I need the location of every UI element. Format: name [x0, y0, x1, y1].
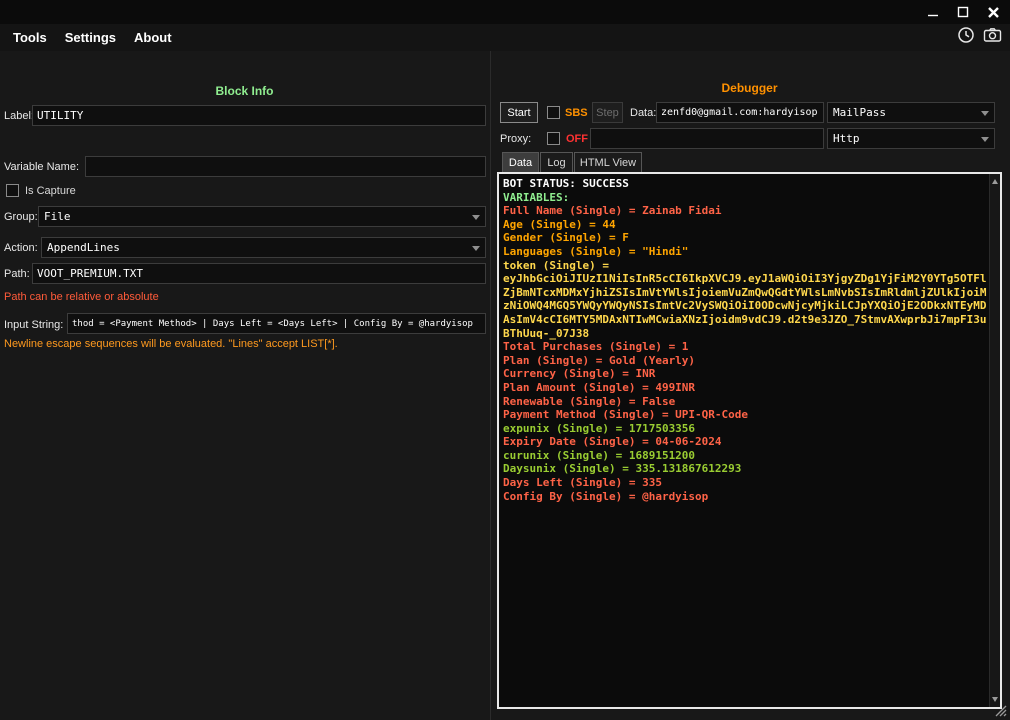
log-line: token (Single) = eyJhbGciOiJIUzI1NiIsInR… — [503, 259, 987, 341]
step-button[interactable]: Step — [592, 102, 623, 123]
log-line: Renewable (Single) = False — [503, 395, 987, 409]
block-info-title: Block Info — [0, 84, 489, 98]
path-input[interactable] — [32, 263, 486, 284]
action-value: AppendLines — [47, 241, 120, 254]
group-dropdown[interactable]: File — [38, 206, 486, 227]
menu-bar: Tools Settings About — [0, 24, 1010, 51]
minimize-icon — [927, 6, 939, 18]
chevron-down-icon — [472, 215, 480, 220]
log-line: VARIABLES: — [503, 191, 987, 205]
clock-icon[interactable] — [957, 26, 975, 44]
menu-tools[interactable]: Tools — [4, 26, 56, 49]
sbs-checkbox[interactable] — [547, 106, 560, 119]
wordlist-type-value: MailPass — [833, 106, 886, 119]
log-line: Config By (Single) = @hardyisop — [503, 490, 987, 504]
is-capture-label: Is Capture — [25, 185, 76, 197]
data-label: Data: — [630, 107, 656, 119]
action-dropdown[interactable]: AppendLines — [41, 237, 486, 258]
input-string-hint: Newline escape sequences will be evaluat… — [4, 338, 338, 350]
title-bar — [0, 0, 1010, 24]
menu-settings[interactable]: Settings — [56, 26, 125, 49]
close-button[interactable] — [983, 4, 1004, 21]
proxy-checkbox[interactable] — [547, 132, 560, 145]
menu-about[interactable]: About — [125, 26, 181, 49]
maximize-icon — [957, 6, 969, 18]
minimize-button[interactable] — [923, 4, 943, 20]
camera-icon[interactable] — [983, 26, 1002, 44]
scroll-down-icon[interactable] — [992, 697, 998, 702]
close-icon — [987, 6, 1000, 19]
input-string-input[interactable] — [67, 313, 486, 334]
sbs-label: SBS — [565, 107, 588, 119]
log-line: Gender (Single) = F — [503, 231, 987, 245]
wordlist-type-dropdown[interactable]: MailPass — [827, 102, 995, 123]
debugger-log-box: BOT STATUS: SUCCESSVARIABLES:Full Name (… — [497, 172, 1002, 709]
log-line: Days Left (Single) = 335 — [503, 476, 987, 490]
chevron-down-icon — [981, 137, 989, 142]
path-hint: Path can be relative or absolute — [4, 291, 159, 303]
log-line: Plan (Single) = Gold (Yearly) — [503, 354, 987, 368]
proxy-input[interactable] — [590, 128, 824, 149]
proxy-type-value: Http — [833, 132, 860, 145]
group-label: Group: — [4, 211, 38, 223]
proxy-label: Proxy: — [500, 133, 531, 145]
log-line: Currency (Single) = INR — [503, 367, 987, 381]
group-value: File — [44, 210, 71, 223]
start-button[interactable]: Start — [500, 102, 538, 123]
log-line: Plan Amount (Single) = 499INR — [503, 381, 987, 395]
scroll-up-icon[interactable] — [992, 179, 998, 184]
log-line: Total Purchases (Single) = 1 — [503, 340, 987, 354]
maximize-button[interactable] — [953, 4, 973, 20]
window-controls — [923, 0, 1004, 24]
log-line: expunix (Single) = 1717503356 — [503, 422, 987, 436]
input-string-label: Input String: — [4, 319, 63, 331]
log-line: Full Name (Single) = Zainab Fidai — [503, 204, 987, 218]
chevron-down-icon — [981, 111, 989, 116]
log-line: BOT STATUS: SUCCESS — [503, 177, 987, 191]
log-line: Expiry Date (Single) = 04-06-2024 — [503, 435, 987, 449]
variable-name-label: Variable Name: — [4, 161, 79, 173]
proxy-type-dropdown[interactable]: Http — [827, 128, 995, 149]
data-input[interactable] — [656, 102, 824, 123]
label-field-label: Label: — [4, 110, 34, 122]
path-label: Path: — [4, 268, 30, 280]
chevron-down-icon — [472, 246, 480, 251]
tab-html-view[interactable]: HTML View — [574, 152, 642, 173]
label-input[interactable] — [32, 105, 486, 126]
log-line: Age (Single) = 44 — [503, 218, 987, 232]
resize-grip-icon[interactable] — [995, 705, 1007, 717]
log-line: Daysunix (Single) = 335.131867612293 — [503, 462, 987, 476]
log-line: curunix (Single) = 1689151200 — [503, 449, 987, 463]
tab-data[interactable]: Data — [502, 152, 539, 173]
log-scrollbar[interactable] — [989, 174, 1000, 707]
log-line: Languages (Single) = "Hindi" — [503, 245, 987, 259]
log-line: Payment Method (Single) = UPI-QR-Code — [503, 408, 987, 422]
proxy-status: OFF — [566, 133, 588, 145]
panel-divider — [490, 51, 491, 720]
tab-log[interactable]: Log — [540, 152, 573, 173]
debugger-log[interactable]: BOT STATUS: SUCCESSVARIABLES:Full Name (… — [499, 174, 989, 707]
menubar-icons — [957, 26, 1002, 44]
variable-name-input[interactable] — [85, 156, 486, 177]
debugger-title: Debugger — [497, 81, 1002, 95]
is-capture-checkbox[interactable] — [6, 184, 19, 197]
action-label: Action: — [4, 242, 38, 254]
